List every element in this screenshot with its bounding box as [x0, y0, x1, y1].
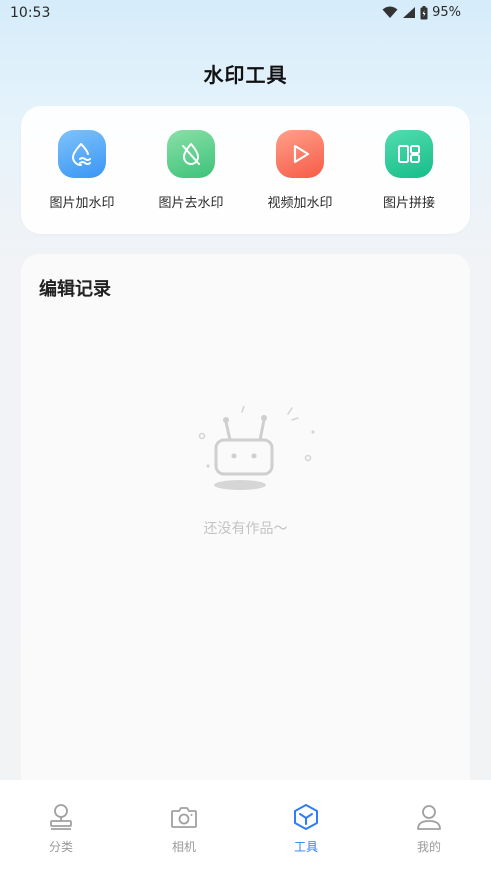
- bottom-tab-bar: 分类 相机 工具 我的: [0, 780, 491, 873]
- image-collage-icon: [385, 130, 433, 178]
- edit-history-card: 编辑记录 还没有作品～: [21, 254, 470, 814]
- image-watermark-add-icon: [58, 130, 106, 178]
- wifi-icon: [382, 6, 398, 18]
- tool-image-add-watermark[interactable]: 图片加水印: [32, 130, 132, 211]
- tool-label: 视频加水印: [267, 196, 333, 211]
- tool-label: 图片加水印: [49, 196, 115, 211]
- empty-state-text: 还没有作品～: [203, 521, 288, 537]
- tool-video-add-watermark[interactable]: 视频加水印: [250, 130, 350, 211]
- video-watermark-icon: [276, 130, 324, 178]
- tool-image-remove-watermark[interactable]: 图片去水印: [141, 130, 241, 211]
- page-title: 水印工具: [203, 63, 288, 87]
- tab-label: 工具: [293, 840, 318, 854]
- status-icons: 95%: [382, 5, 461, 20]
- tab-camera[interactable]: 相机: [144, 802, 224, 855]
- tab-category[interactable]: 分类: [21, 802, 101, 855]
- battery-icon: [420, 5, 428, 19]
- edit-history-title: 编辑记录: [39, 279, 111, 300]
- image-watermark-remove-icon: [167, 130, 215, 178]
- tab-tools[interactable]: 工具: [266, 802, 346, 855]
- tool-label: 图片拼接: [382, 196, 435, 211]
- battery-level: 95%: [432, 5, 461, 20]
- tools-card: 图片加水印 图片去水印 视频加水印 图片拼接: [21, 106, 470, 234]
- tab-profile[interactable]: 我的: [389, 802, 469, 855]
- tool-image-collage[interactable]: 图片拼接: [359, 130, 459, 211]
- empty-tv-illustration: [198, 406, 315, 490]
- tab-label: 我的: [416, 840, 441, 854]
- camera-icon: [144, 802, 224, 832]
- status-bar: 10:53 95%: [0, 0, 491, 28]
- cube-icon: [266, 802, 346, 832]
- cellular-signal-icon: [403, 7, 416, 18]
- user-icon: [389, 802, 469, 832]
- tab-label: 分类: [48, 840, 73, 854]
- stamp-icon: [21, 802, 101, 832]
- tab-label: 相机: [171, 840, 196, 854]
- status-time: 10:53: [10, 5, 51, 21]
- tool-label: 图片去水印: [158, 196, 224, 211]
